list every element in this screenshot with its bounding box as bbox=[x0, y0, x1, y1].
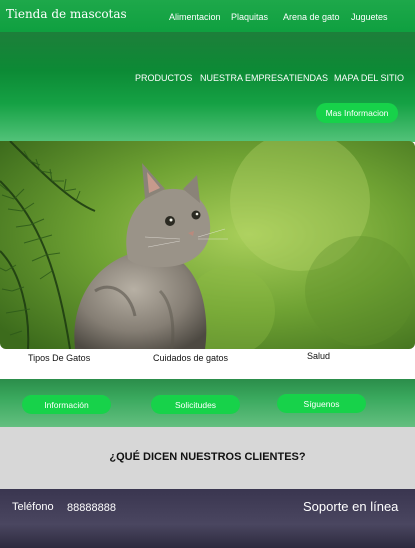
mas-informacion-button[interactable]: Mas Informacion bbox=[316, 103, 398, 123]
hero-photo bbox=[0, 141, 415, 349]
solicitudes-button[interactable]: Solicitudes bbox=[151, 395, 240, 414]
brand-logo[interactable]: Tienda de mascotas bbox=[6, 7, 127, 21]
topnav-plaquitas[interactable]: Plaquitas bbox=[231, 12, 268, 22]
testimonials-section: ¿QUÉ DICEN NUESTROS CLIENTES? bbox=[0, 427, 415, 489]
topnav-juguetes[interactable]: Juguetes bbox=[351, 12, 388, 22]
topnav-alimentacion[interactable]: Alimentacion bbox=[169, 12, 221, 22]
footer: Teléfono 88888888 Soporte en línea bbox=[0, 489, 415, 548]
siguenos-button[interactable]: Síguenos bbox=[277, 394, 366, 413]
footer-phone-number: 88888888 bbox=[67, 502, 116, 514]
mainnav-nuestra-empresa[interactable]: NUESTRA EMPRESA bbox=[200, 73, 289, 83]
footer-support-link[interactable]: Soporte en línea bbox=[303, 499, 403, 514]
caption-cuidados-de-gatos: Cuidados de gatos bbox=[153, 353, 229, 363]
testimonials-title: ¿QUÉ DICEN NUESTROS CLIENTES? bbox=[109, 451, 306, 463]
footer-phone-label: Teléfono bbox=[12, 501, 54, 513]
top-bar: Tienda de mascotas Alimentacion Plaquita… bbox=[0, 0, 415, 32]
mainnav-mapa-del-sitio[interactable]: MAPA DEL SITIO bbox=[334, 73, 404, 83]
mainnav-tiendas[interactable]: TIENDAS bbox=[289, 73, 328, 83]
caption-salud: Salud bbox=[307, 351, 331, 361]
mainnav-productos[interactable]: PRODUCTOS bbox=[135, 73, 192, 83]
informacion-button[interactable]: Información bbox=[22, 395, 111, 414]
caption-tipos-de-gatos: Tipos De Gatos bbox=[28, 353, 91, 363]
actions-band: Información Solicitudes Síguenos bbox=[0, 379, 415, 427]
topnav-arena-de-gato[interactable]: Arena de gato bbox=[283, 12, 340, 22]
hero-band bbox=[0, 32, 415, 142]
